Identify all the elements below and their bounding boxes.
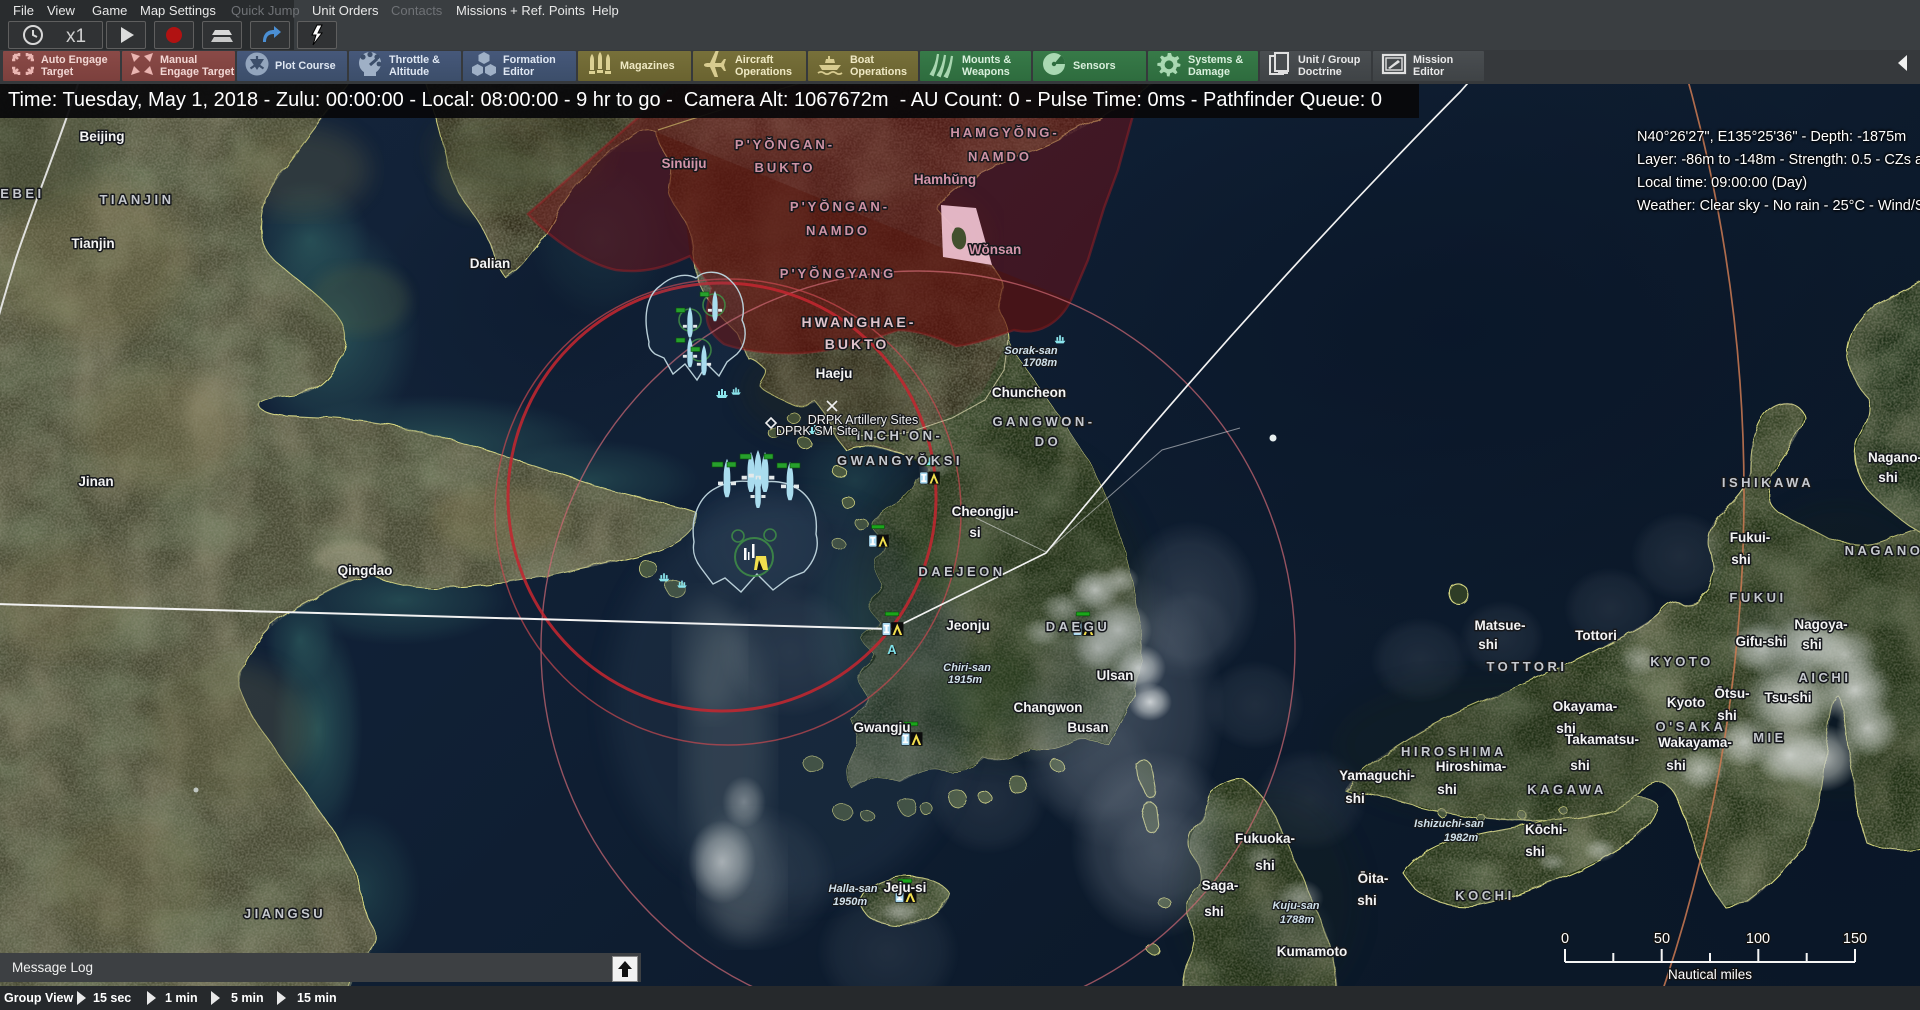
svg-text:NAMDO: NAMDO [806, 223, 870, 238]
svg-text:shi: shi [1570, 758, 1590, 773]
svg-text:GWANGYŎKSI: GWANGYŎKSI [837, 453, 963, 468]
svg-text:DAEGU: DAEGU [1046, 619, 1110, 634]
svg-text:Nagano-: Nagano- [1868, 450, 1920, 465]
svg-text:Sinŭiju: Sinŭiju [662, 156, 707, 171]
svg-text:Haeju: Haeju [816, 366, 853, 381]
svg-text:NAMDO: NAMDO [968, 149, 1032, 164]
svg-text:150: 150 [1843, 931, 1867, 947]
svg-text:0: 0 [1561, 931, 1569, 947]
svg-text:Kōchi-: Kōchi- [1525, 822, 1567, 837]
svg-text:Takamatsu-: Takamatsu- [1565, 732, 1639, 747]
svg-text:KOCHI: KOCHI [1455, 888, 1514, 903]
svg-text:A: A [887, 642, 897, 657]
svg-text:Ishizuchi-san: Ishizuchi-san [1414, 818, 1484, 830]
svg-text:BUKTO: BUKTO [825, 336, 890, 352]
svg-text:1950m: 1950m [833, 896, 867, 908]
svg-text:Chuncheon: Chuncheon [992, 385, 1066, 400]
svg-text:Qingdao: Qingdao [338, 563, 393, 578]
svg-text:Nautical miles: Nautical miles [1668, 967, 1752, 982]
svg-text:O'SAKA: O'SAKA [1655, 719, 1726, 734]
svg-text:Gwangju: Gwangju [854, 720, 911, 735]
svg-text:Wŏnsan: Wŏnsan [969, 242, 1022, 257]
svg-text:1708m: 1708m [1023, 357, 1057, 369]
svg-text:INCH'ON-: INCH'ON- [857, 428, 944, 443]
svg-text:DO: DO [1035, 434, 1062, 449]
svg-text:TOTTORI: TOTTORI [1486, 659, 1567, 674]
svg-text:Hamhŭng: Hamhŭng [914, 172, 976, 187]
svg-text:GANGWON-: GANGWON- [992, 414, 1095, 429]
svg-text:Changwon: Changwon [1014, 700, 1083, 715]
svg-text:P'YŎNGYANG: P'YŎNGYANG [780, 266, 896, 281]
svg-text:FUKUI: FUKUI [1729, 590, 1786, 605]
svg-text:shi: shi [1525, 844, 1545, 859]
svg-text:Kyoto: Kyoto [1667, 695, 1705, 710]
svg-text:HAMGYŎNG-: HAMGYŎNG- [950, 125, 1059, 140]
svg-text:Ulsan: Ulsan [1097, 668, 1134, 683]
svg-text:Nagoya-: Nagoya- [1794, 617, 1847, 632]
svg-text:Halla-san: Halla-san [829, 883, 878, 895]
svg-text:HIROSHIMA: HIROSHIMA [1401, 744, 1507, 759]
svg-text:Matsue-: Matsue- [1474, 618, 1525, 633]
svg-text:si: si [969, 525, 980, 540]
svg-text:Gifu-shi: Gifu-shi [1736, 634, 1787, 649]
svg-text:Tottori: Tottori [1575, 628, 1617, 643]
svg-text:ISHIKAWA: ISHIKAWA [1722, 475, 1814, 490]
svg-text:shi: shi [1345, 791, 1365, 806]
svg-text:Hiroshima-: Hiroshima- [1436, 759, 1507, 774]
svg-text:Dalian: Dalian [470, 256, 511, 271]
svg-text:KYOTO: KYOTO [1650, 654, 1714, 669]
svg-text:Wakayama-: Wakayama- [1658, 735, 1732, 750]
svg-text:Kumamoto: Kumamoto [1277, 944, 1348, 959]
svg-text:Tianjin: Tianjin [71, 236, 114, 251]
svg-text:BUKTO: BUKTO [755, 160, 816, 175]
svg-text:Yamaguchi-: Yamaguchi- [1339, 768, 1415, 783]
svg-text:DAEJEON: DAEJEON [918, 564, 1005, 579]
svg-text:MIE: MIE [1753, 730, 1787, 745]
svg-text:x1: x1 [66, 26, 86, 47]
svg-text:Jeju-si: Jeju-si [884, 880, 927, 895]
svg-text:shi: shi [1802, 637, 1822, 652]
svg-text:shi: shi [1478, 637, 1498, 652]
svg-text:Beijing: Beijing [79, 129, 124, 144]
svg-text:P'YŎNGAN-: P'YŎNGAN- [735, 137, 835, 152]
svg-text:shi: shi [1255, 858, 1275, 873]
svg-text:Ōita-: Ōita- [1358, 871, 1389, 886]
svg-text:shi: shi [1731, 552, 1751, 567]
svg-text:1788m: 1788m [1280, 914, 1314, 926]
svg-text:Busan: Busan [1067, 720, 1108, 735]
svg-text:100: 100 [1746, 931, 1770, 947]
svg-text:HWANGHAE-: HWANGHAE- [802, 314, 917, 330]
svg-text:Jeonju: Jeonju [946, 618, 990, 633]
svg-text:HEBEI: HEBEI [0, 186, 45, 201]
svg-text:1915m: 1915m [948, 674, 982, 686]
svg-text:Fukui-: Fukui- [1730, 530, 1771, 545]
svg-text:shi: shi [1357, 893, 1377, 908]
svg-text:shi: shi [1437, 782, 1457, 797]
svg-text:Cheongju-: Cheongju- [952, 504, 1019, 519]
svg-text:KAGAWA: KAGAWA [1527, 782, 1607, 797]
svg-text:50: 50 [1654, 931, 1670, 947]
svg-text:Okayama-: Okayama- [1553, 699, 1618, 714]
svg-text:AICHI: AICHI [1799, 670, 1852, 685]
svg-text:Chiri-san: Chiri-san [943, 662, 991, 674]
svg-text:P'YŎNGAN-: P'YŎNGAN- [790, 199, 890, 214]
svg-text:NAGANO: NAGANO [1845, 543, 1920, 558]
svg-text:Saga-: Saga- [1202, 878, 1239, 893]
svg-text:shi: shi [1878, 470, 1898, 485]
svg-text:Sorak-san: Sorak-san [1004, 345, 1057, 357]
svg-text:TIANJIN: TIANJIN [99, 192, 174, 207]
svg-text:1982m: 1982m [1444, 832, 1478, 844]
svg-text:Tsu-shi: Tsu-shi [1765, 690, 1812, 705]
svg-text:Ōtsu-: Ōtsu- [1714, 686, 1749, 701]
svg-text:JIANGSU: JIANGSU [244, 906, 326, 921]
svg-text:shi: shi [1204, 904, 1224, 919]
svg-text:DPRK SM Site: DPRK SM Site [776, 424, 858, 438]
svg-text:Fukuoka-: Fukuoka- [1235, 831, 1295, 846]
svg-text:shi: shi [1666, 758, 1686, 773]
svg-text:Kuju-san: Kuju-san [1272, 900, 1319, 912]
svg-text:Jinan: Jinan [78, 474, 113, 489]
